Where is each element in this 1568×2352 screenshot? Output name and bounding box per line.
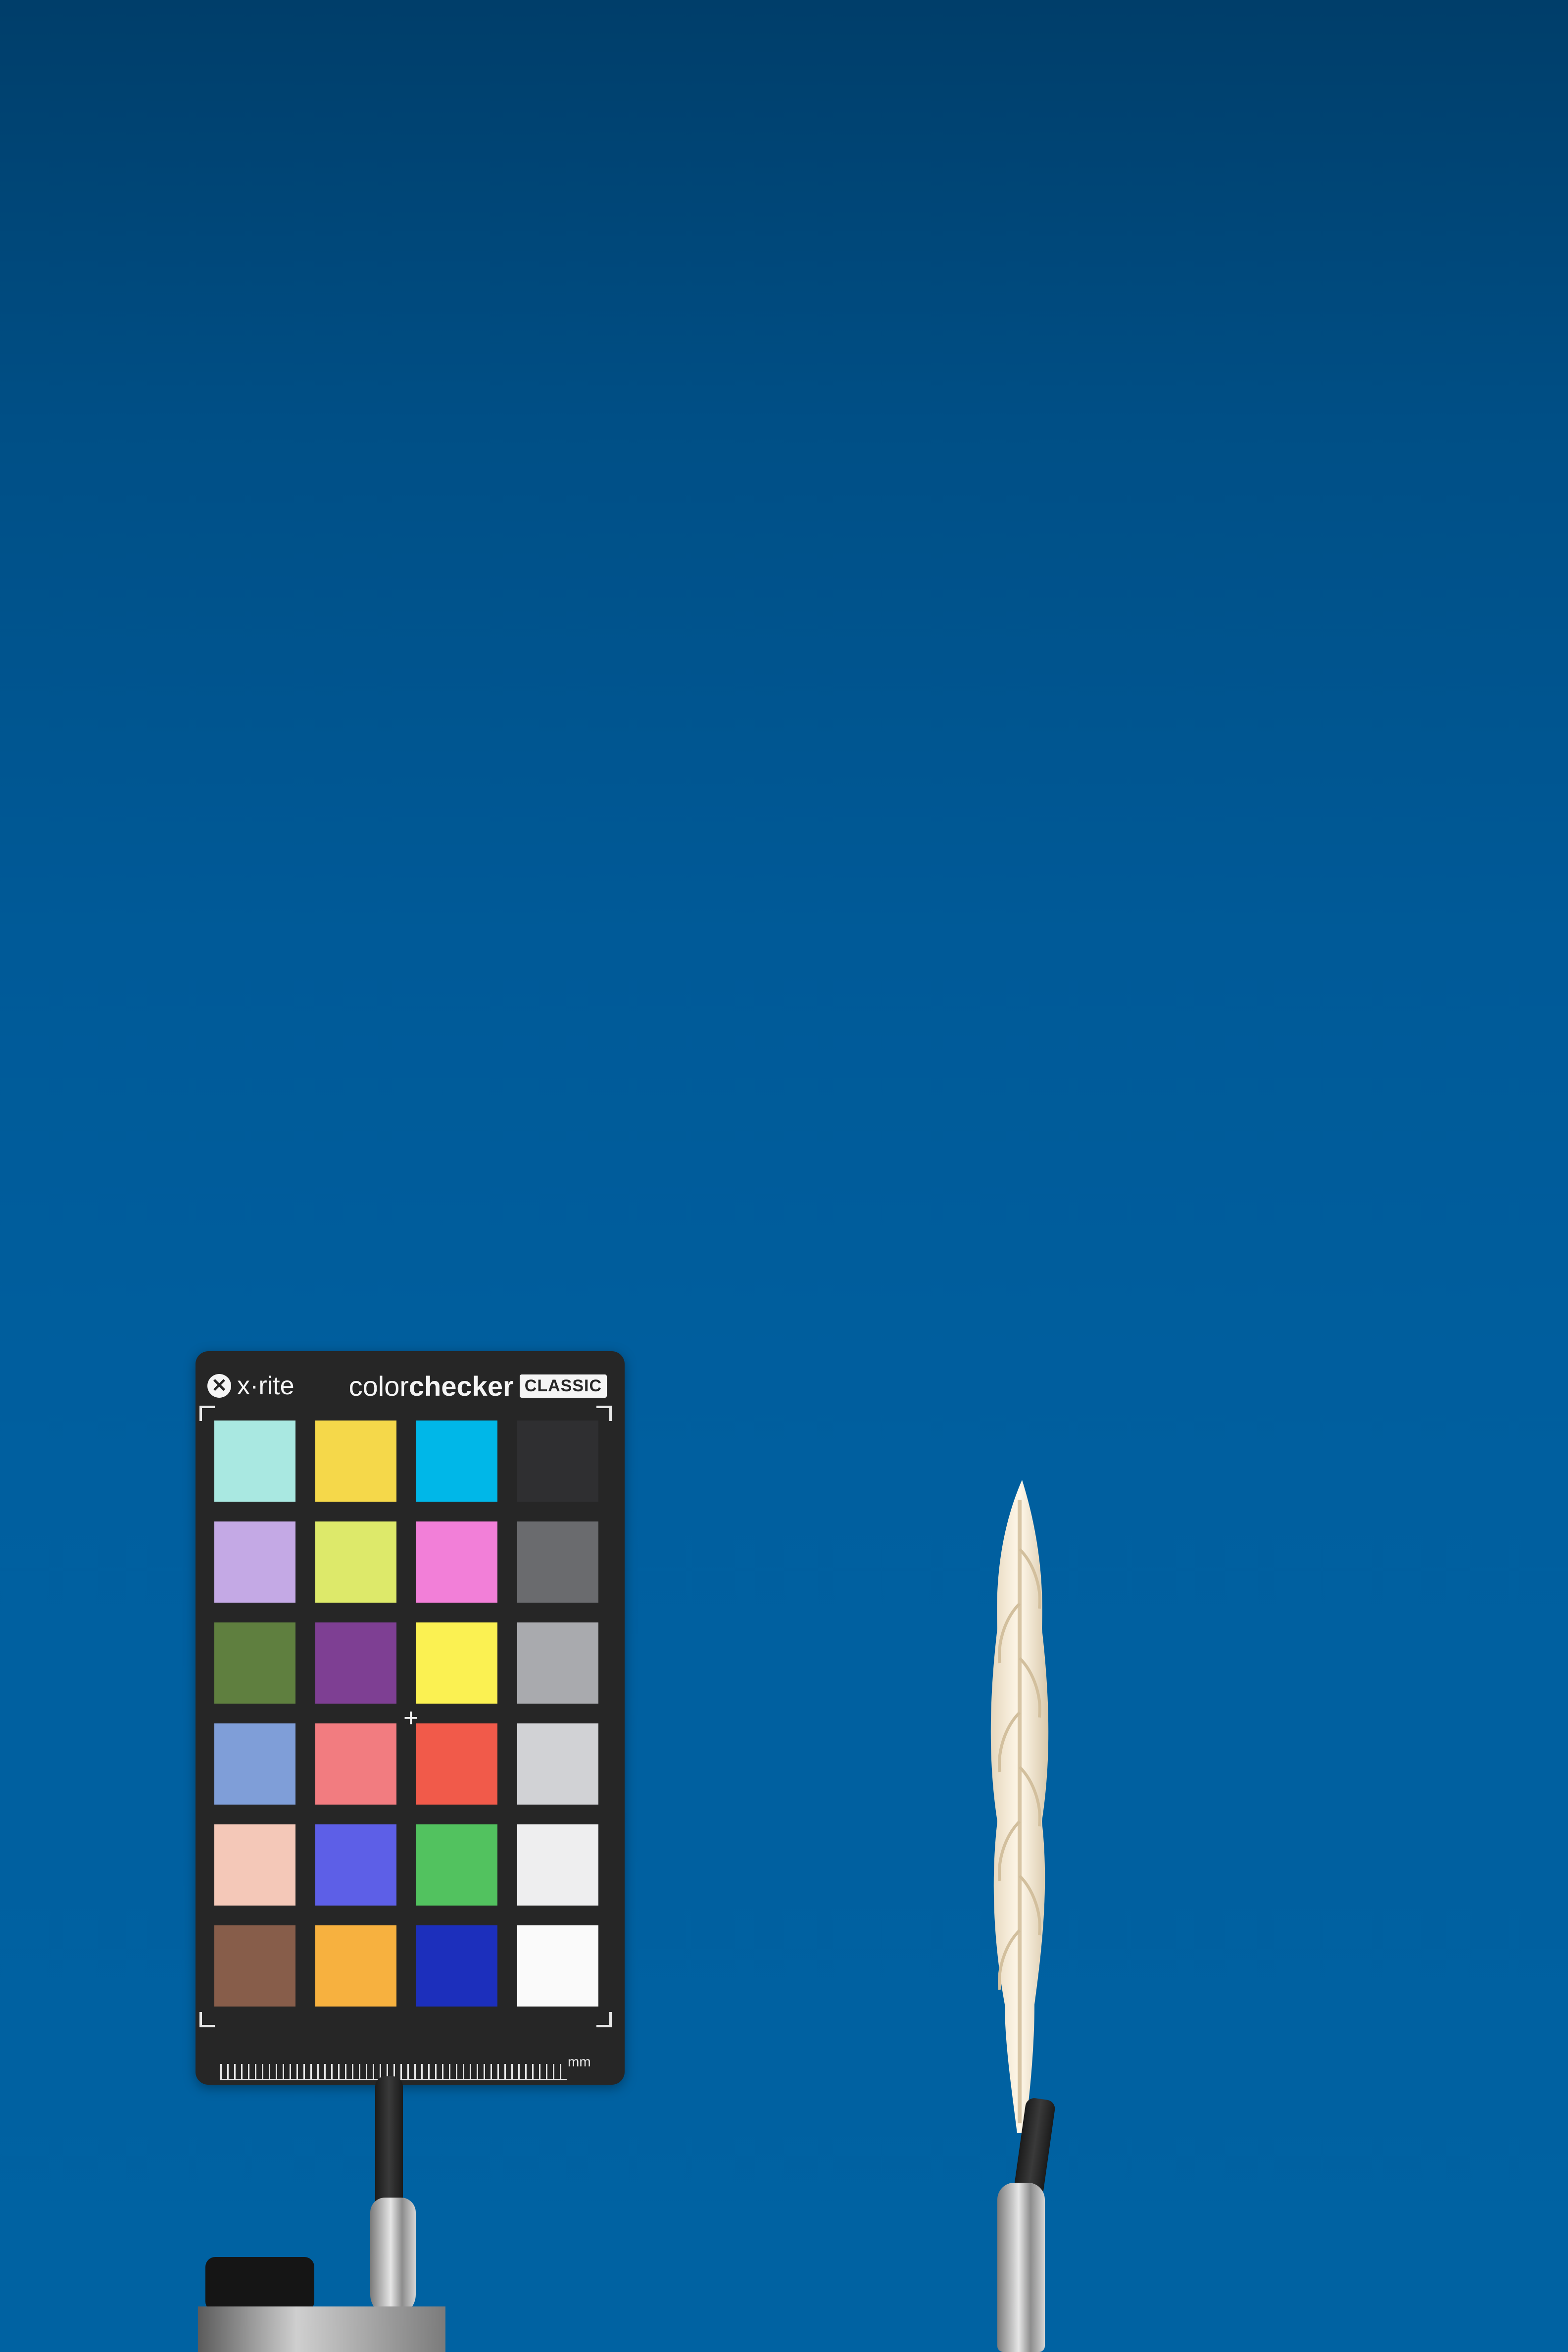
color-patch — [517, 1421, 598, 1502]
color-patch — [416, 1925, 497, 2007]
ruler-unit: mm — [568, 2054, 591, 2069]
color-patch — [315, 1622, 396, 1704]
corner-mark-top-right — [596, 1406, 612, 1421]
color-patch — [315, 1521, 396, 1603]
color-patch — [517, 1622, 598, 1704]
color-patch — [517, 1521, 598, 1603]
crosshair-mark: + — [403, 1704, 419, 1732]
color-patch — [315, 1925, 396, 2007]
color-checker-card: ✕ x·rite colorchecker CLASSIC + mm — [196, 1351, 625, 2085]
color-patch — [416, 1421, 497, 1502]
color-patch — [214, 1824, 295, 1906]
color-patch — [517, 1824, 598, 1906]
brand-name: x·rite — [237, 1372, 294, 1400]
product-name-bold: checker — [409, 1371, 514, 1402]
color-patch — [214, 1723, 295, 1805]
color-patch — [214, 1521, 295, 1603]
color-patch — [416, 1723, 497, 1805]
color-patch — [214, 1421, 295, 1502]
product-name-light: color — [348, 1371, 409, 1402]
checker-clip — [370, 2198, 416, 2316]
product-badge: CLASSIC — [519, 1374, 607, 1398]
corner-mark-bottom-right — [596, 2012, 612, 2027]
spike-clip — [997, 2183, 1045, 2352]
corner-mark-top-left — [199, 1406, 215, 1421]
product-name: colorchecker — [349, 1370, 514, 1402]
product-title: colorchecker CLASSIC — [349, 1370, 607, 1402]
color-patch — [416, 1622, 497, 1704]
color-patch — [315, 1824, 396, 1906]
color-patch — [214, 1925, 295, 2007]
color-patch — [517, 1925, 598, 2007]
brand: ✕ x·rite — [207, 1371, 294, 1401]
color-patch — [517, 1723, 598, 1805]
color-patch — [416, 1521, 497, 1603]
wheat-spike — [990, 1480, 1049, 2133]
photo-scene: ✕ x·rite colorchecker CLASSIC + mm — [0, 0, 1568, 2352]
stand-knob — [205, 2257, 314, 2311]
color-patch — [416, 1824, 497, 1906]
stand-base — [198, 2306, 445, 2352]
color-patch — [315, 1421, 396, 1502]
color-patch — [315, 1723, 396, 1805]
corner-mark-bottom-left — [199, 2012, 215, 2027]
color-patch — [214, 1622, 295, 1704]
xrite-logo-icon: ✕ — [207, 1374, 231, 1398]
